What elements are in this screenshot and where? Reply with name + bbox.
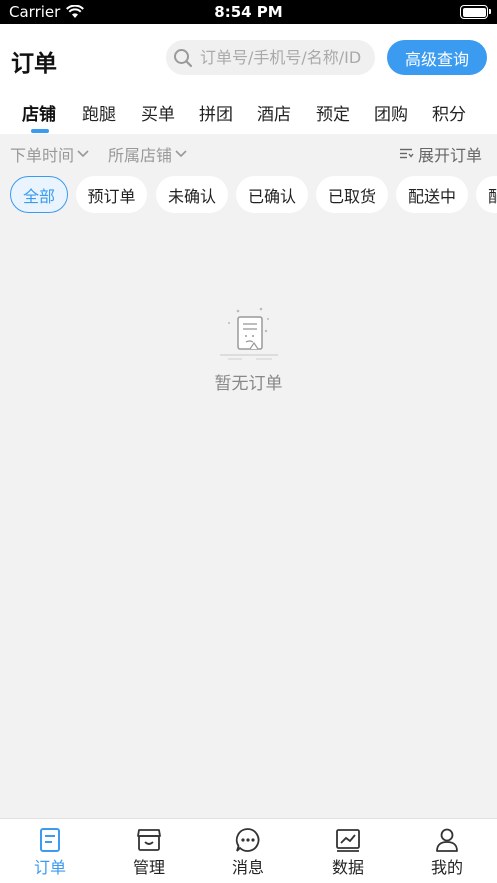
chat-bubble-icon <box>235 828 260 852</box>
advanced-search-button[interactable]: 高级查询 <box>387 40 487 75</box>
order-time-label: 下单时间 <box>10 146 75 165</box>
empty-state-text: 暂无订单 <box>214 374 283 394</box>
battery-icon <box>460 5 491 19</box>
nav-messages-label: 消息 <box>231 858 264 877</box>
empty-orders-icon <box>219 307 278 360</box>
bottom-nav: 订单 管理 消息 数据 我的 <box>0 818 497 883</box>
chip-all[interactable]: 全部 <box>10 176 68 213</box>
search-icon <box>172 46 194 70</box>
tab-errand[interactable]: 跑腿 <box>82 100 116 125</box>
chip-partial[interactable]: 配 <box>476 176 497 213</box>
nav-messages[interactable]: 消息 <box>213 827 283 878</box>
header: 订单 高级查询 店铺 跑腿 买单 拼团 酒店 预定 团购 积分 <box>0 24 497 134</box>
nav-data[interactable]: 数据 <box>313 827 383 878</box>
nav-orders-label: 订单 <box>33 858 66 877</box>
store-filter[interactable]: 所属店铺 <box>108 142 187 166</box>
list-filter-icon <box>399 148 414 159</box>
empty-state: 暂无订单 <box>0 305 497 394</box>
search-box[interactable] <box>166 40 375 75</box>
nav-manage-label: 管理 <box>132 858 165 877</box>
nav-manage[interactable]: 管理 <box>114 827 184 878</box>
chip-picked-up[interactable]: 已取货 <box>316 176 388 213</box>
user-icon <box>436 828 458 852</box>
store-icon <box>137 829 161 851</box>
status-bar: Carrier 8:54 PM <box>0 0 497 24</box>
chip-confirmed[interactable]: 已确认 <box>236 176 308 213</box>
nav-orders[interactable]: 订单 <box>15 827 85 878</box>
chevron-down-icon <box>77 150 89 158</box>
tab-hotel[interactable]: 酒店 <box>257 100 291 125</box>
tab-pay-bill[interactable]: 买单 <box>141 100 175 125</box>
expand-orders-button[interactable]: 展开订单 <box>399 142 482 166</box>
tab-group-buy-team[interactable]: 拼团 <box>199 100 233 125</box>
nav-data-label: 数据 <box>331 858 364 877</box>
nav-profile-label: 我的 <box>430 858 463 877</box>
tab-group-purchase[interactable]: 团购 <box>374 100 408 125</box>
status-chips: 全部 预订单 未确认 已确认 已取货 配送中 配 <box>0 176 497 214</box>
search-input[interactable] <box>200 48 375 67</box>
order-time-filter[interactable]: 下单时间 <box>10 142 89 166</box>
active-tab-indicator <box>31 129 49 133</box>
filter-row: 下单时间 所属店铺 展开订单 <box>0 142 497 168</box>
tab-points[interactable]: 积分 <box>432 100 466 125</box>
chart-icon <box>336 829 360 852</box>
store-filter-label: 所属店铺 <box>108 146 173 165</box>
chevron-down-icon <box>175 150 187 158</box>
order-type-tabs: 店铺 跑腿 买单 拼团 酒店 预定 团购 积分 <box>0 100 497 134</box>
chip-unconfirmed[interactable]: 未确认 <box>156 176 228 213</box>
clock: 8:54 PM <box>214 3 283 21</box>
page-title: 订单 <box>11 51 57 77</box>
expand-orders-label: 展开订单 <box>417 146 482 165</box>
order-doc-icon <box>40 828 60 852</box>
tab-store[interactable]: 店铺 <box>22 100 56 125</box>
nav-profile[interactable]: 我的 <box>412 827 482 878</box>
chip-delivering[interactable]: 配送中 <box>396 176 468 213</box>
tab-reservation[interactable]: 预定 <box>316 100 350 125</box>
chip-pre-order[interactable]: 预订单 <box>76 176 147 213</box>
